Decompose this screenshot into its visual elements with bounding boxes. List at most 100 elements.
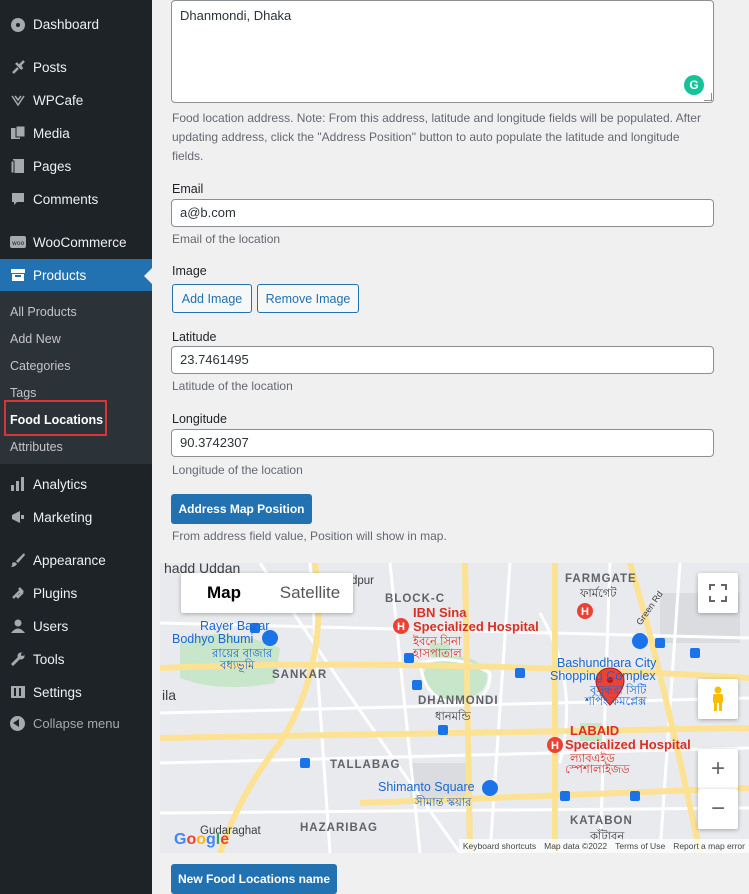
menu-marketing[interactable]: Marketing (0, 501, 152, 533)
map-tab-satellite[interactable]: Satellite (267, 573, 353, 613)
new-food-locations-button[interactable]: New Food Locations name (171, 864, 337, 894)
map-label: SANKAR (272, 669, 328, 681)
settings-icon (10, 684, 26, 700)
longitude-field[interactable]: 90.3742307 (171, 429, 714, 457)
map-label: Shopping Complex (550, 669, 656, 683)
grammarly-icon[interactable]: G (684, 75, 704, 95)
map-label: সীমান্ত স্কয়ার (415, 797, 472, 809)
pin-icon (10, 59, 26, 75)
zoom-out-icon[interactable]: − (698, 789, 738, 829)
map-footer: Keyboard shortcuts Map data ©2022 Terms … (458, 839, 749, 853)
map-data-text: Map data ©2022 (544, 841, 608, 851)
food-locations-highlight (4, 400, 107, 436)
comments-icon (10, 191, 26, 207)
longitude-label: Longitude (172, 412, 227, 426)
map-type-control: Map Satellite (181, 573, 353, 613)
pages-icon (10, 158, 26, 174)
svg-text:H: H (581, 606, 589, 618)
tools-icon (10, 651, 26, 667)
zoom-in-icon[interactable]: + (698, 749, 738, 789)
map-label: Shimanto Square (378, 780, 475, 794)
map-label: ধানমন্ডি (435, 711, 471, 723)
map-label: LABAID (570, 723, 620, 738)
address-textarea[interactable]: Dhanmondi, Dhaka G (171, 0, 714, 103)
woocommerce-icon: woo (10, 234, 26, 250)
collapse-icon (10, 716, 25, 731)
svg-text:H: H (397, 621, 405, 633)
map-label: IBN Sina (413, 605, 467, 620)
map-tab-map[interactable]: Map (181, 573, 267, 613)
menu-woocommerce[interactable]: woo WooCommerce (0, 226, 152, 258)
svg-text:H: H (551, 740, 559, 752)
latitude-label: Latitude (172, 330, 217, 344)
map-label: ফার্মগেট (580, 588, 617, 600)
map-label: KATABON (570, 815, 633, 827)
map-label: Bashundhara City (557, 656, 657, 670)
main-content: Dhanmondi, Dhaka G Food location address… (152, 0, 749, 894)
products-submenu: All Products Add New Categories Tags Foo… (0, 291, 152, 464)
longitude-description: Longitude of the location (172, 463, 303, 477)
submenu-attributes[interactable]: Attributes (10, 440, 63, 454)
collapse-menu[interactable]: Collapse menu (0, 710, 152, 738)
latitude-description: Latitude of the location (172, 379, 293, 393)
menu-comments[interactable]: Comments (0, 183, 152, 215)
map-description: From address field value, Position will … (172, 529, 447, 543)
remove-image-button[interactable]: Remove Image (257, 284, 359, 313)
menu-appearance[interactable]: Appearance (0, 544, 152, 576)
email-field[interactable]: a@b.com (171, 199, 714, 227)
google-logo: Google (174, 831, 230, 848)
submenu-add-new[interactable]: Add New (10, 332, 61, 346)
map-label: FARMGATE (565, 573, 637, 585)
map-label: HAZARIBAG (300, 822, 378, 834)
map-label: Bodhyo Bhumi (172, 632, 254, 646)
address-description: Food location address. Note: From this a… (172, 111, 701, 163)
email-label: Email (172, 182, 204, 196)
dashboard-icon (10, 16, 26, 32)
marketing-icon (10, 509, 26, 525)
map-label: Specialized Hospital (413, 619, 539, 634)
address-map-position-button[interactable]: Address Map Position (171, 494, 312, 524)
map-label: TALLABAG (330, 759, 401, 771)
cafe-icon (10, 92, 26, 108)
media-icon (10, 125, 26, 141)
map-label: স্পেশালাইজড (565, 764, 630, 776)
menu-products[interactable]: Products (0, 259, 152, 291)
latitude-field[interactable]: 23.7461495 (171, 346, 714, 374)
map-label: বধ্যভূমি (220, 660, 255, 672)
add-image-button[interactable]: Add Image (172, 284, 252, 313)
submenu-categories[interactable]: Categories (10, 359, 70, 373)
terms-link[interactable]: Terms of Use (615, 841, 665, 851)
menu-pages[interactable]: Pages (0, 150, 152, 182)
image-label: Image (172, 264, 207, 278)
admin-sidebar: Dashboard Posts WPCafe Media Pages Comme… (0, 0, 152, 894)
appearance-icon (10, 552, 26, 568)
menu-settings[interactable]: Settings (0, 676, 152, 708)
menu-wpcafe[interactable]: WPCafe (0, 84, 152, 116)
fullscreen-icon[interactable] (698, 573, 738, 613)
users-icon (10, 618, 26, 634)
submenu-all-products[interactable]: All Products (10, 305, 77, 319)
submenu-tags[interactable]: Tags (10, 386, 36, 400)
menu-users[interactable]: Users (0, 610, 152, 642)
products-icon (10, 267, 26, 283)
menu-media[interactable]: Media (0, 117, 152, 149)
map-label: হাসপাতাল (413, 648, 462, 660)
menu-analytics[interactable]: Analytics (0, 468, 152, 500)
map-label: DHANMONDI (418, 695, 499, 707)
analytics-icon (10, 476, 26, 492)
map-label: ila (162, 687, 177, 703)
map-label: Rayer Bazar (200, 619, 270, 633)
pegman-icon[interactable] (698, 679, 738, 719)
map-label: BLOCK-C (385, 593, 446, 605)
menu-plugins[interactable]: Plugins (0, 577, 152, 609)
email-description: Email of the location (172, 232, 281, 246)
resize-handle-icon[interactable] (704, 93, 712, 101)
google-map[interactable]: H H H hadd Uddan madpur BLOCK-C FARMGATE… (160, 563, 749, 853)
menu-dashboard[interactable]: Dashboard (0, 8, 152, 40)
menu-posts[interactable]: Posts (0, 51, 152, 83)
keyboard-shortcuts-link[interactable]: Keyboard shortcuts (463, 841, 536, 851)
menu-tools[interactable]: Tools (0, 643, 152, 675)
svg-text:woo: woo (12, 240, 25, 247)
plugins-icon (10, 585, 26, 601)
report-error-link[interactable]: Report a map error (673, 841, 745, 851)
